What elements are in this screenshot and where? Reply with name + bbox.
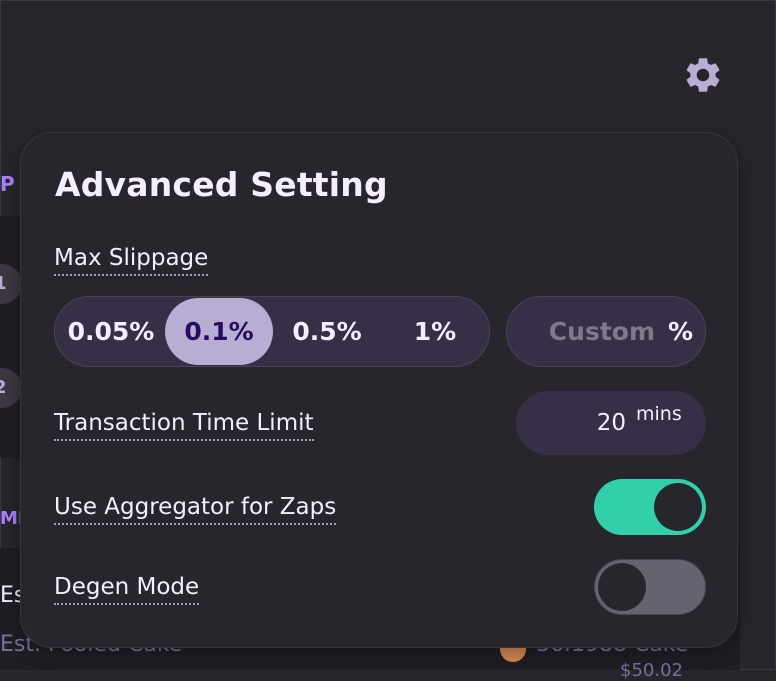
slippage-option-0-1[interactable]: 0.1%: [165, 298, 273, 365]
background-panel: [0, 216, 22, 458]
time-limit-input[interactable]: [536, 405, 626, 441]
use-aggregator-label[interactable]: Use Aggregator for Zaps: [54, 493, 337, 525]
advanced-settings-popover: Advanced Setting Max Slippage 0.05% 0.1%…: [20, 132, 738, 648]
est-pooled-cake-usd: $50.02: [620, 660, 683, 681]
time-limit-unit: mins: [636, 403, 682, 425]
custom-slippage-input[interactable]: [525, 297, 655, 366]
aggregator-toggle[interactable]: [594, 479, 706, 535]
degen-mode-toggle[interactable]: [594, 559, 706, 615]
toggle-knob: [654, 483, 702, 531]
slippage-option-0-05[interactable]: 0.05%: [57, 298, 165, 365]
slippage-options: 0.05% 0.1% 0.5% 1%: [54, 296, 490, 367]
transaction-time-limit-label[interactable]: Transaction Time Limit: [54, 409, 314, 441]
gear-icon[interactable]: [682, 54, 724, 96]
slippage-option-0-5[interactable]: 0.5%: [273, 298, 381, 365]
percent-symbol: %: [667, 317, 693, 346]
degen-mode-label[interactable]: Degen Mode: [54, 573, 200, 605]
custom-slippage-box: %: [506, 296, 706, 367]
max-slippage-label[interactable]: Max Slippage: [54, 244, 209, 276]
popover-title: Advanced Setting: [55, 165, 388, 204]
slippage-option-1[interactable]: 1%: [381, 298, 489, 365]
toggle-knob: [598, 563, 646, 611]
time-limit-box: mins: [516, 391, 706, 455]
